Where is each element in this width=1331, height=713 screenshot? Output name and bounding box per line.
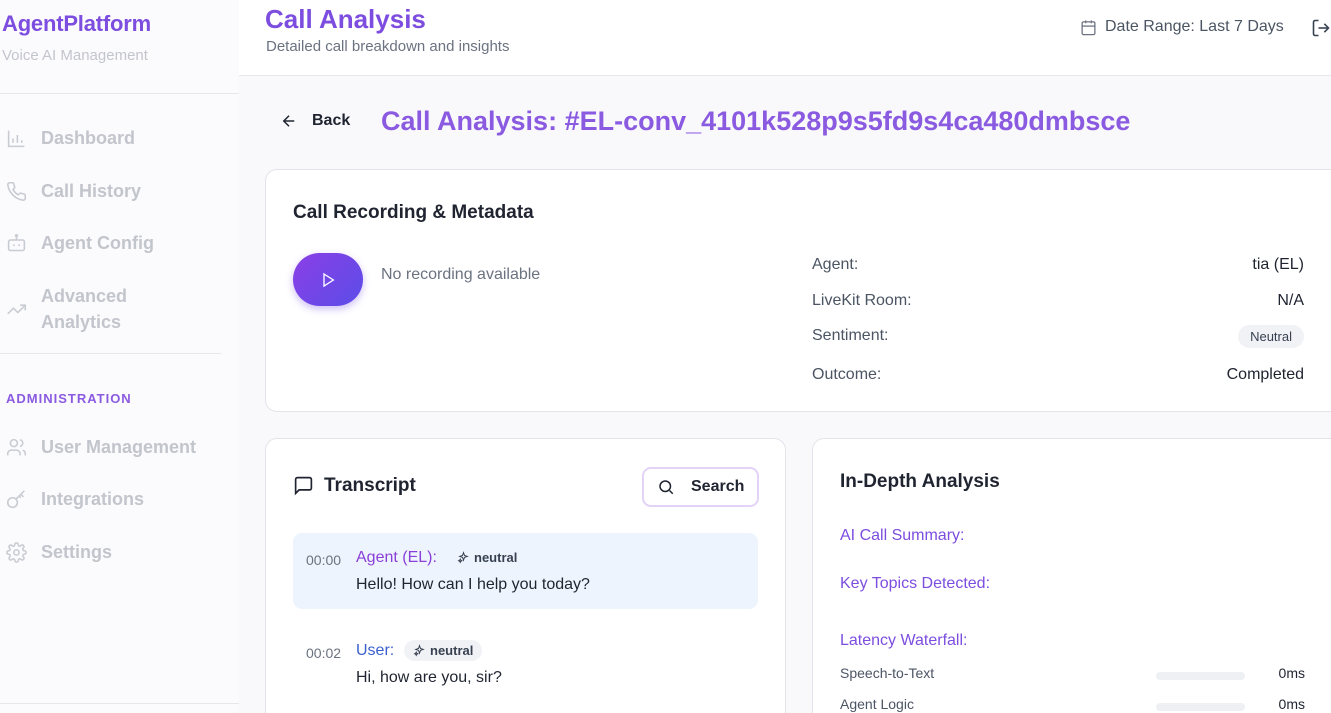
- transcript-message: 00:02 User: neutral Hi, how are you, sir…: [293, 629, 758, 699]
- latency-value: 0ms: [1278, 665, 1305, 681]
- gear-icon: [6, 542, 27, 563]
- message-text: Hello! How can I help you today?: [356, 576, 590, 593]
- livekit-room-value: N/A: [1277, 292, 1304, 309]
- calendar-icon: [1081, 19, 1096, 35]
- bar-chart-icon: [7, 130, 25, 148]
- page-subtitle: Detailed call breakdown and insights: [266, 38, 510, 55]
- message-timestamp: 00:00: [306, 552, 342, 568]
- trending-up-icon: [7, 304, 27, 315]
- back-label: Back: [312, 112, 351, 129]
- transcript-message: 00:00 Agent (EL): neutral Hello! How can…: [293, 533, 758, 609]
- date-range-picker[interactable]: Date Range: Last 7 Days: [1080, 18, 1284, 36]
- sentiment-tag-label: neutral: [474, 550, 518, 565]
- sentiment-tag: neutral: [404, 640, 483, 661]
- page-title: Call Analysis: [265, 4, 426, 34]
- recording-metadata-card: Call Recording & Metadata No recording a…: [265, 169, 1331, 412]
- arrow-left-icon: [282, 115, 295, 127]
- key-topics-label: Key Topics Detected:: [840, 575, 991, 592]
- livekit-room-label: LiveKit Room:: [812, 292, 912, 309]
- users-icon: [6, 438, 27, 456]
- sidebar-item-user-management[interactable]: User Management: [6, 434, 196, 460]
- key-icon: [6, 490, 25, 509]
- sidebar-item-label: Call History: [41, 181, 142, 201]
- sidebar-divider: [0, 703, 239, 704]
- latency-bar: [1156, 703, 1245, 711]
- message-speaker: Agent (EL):: [356, 549, 437, 566]
- latency-bar: [1156, 672, 1245, 680]
- sidebar: AgentPlatform Voice AI Management Dashbo…: [0, 0, 239, 713]
- message-timestamp: 00:02: [306, 645, 342, 661]
- sidebar-item-label: Dashboard: [41, 128, 136, 148]
- agent-value: tia (EL): [1252, 256, 1304, 273]
- top-header: Call Analysis Detailed call breakdown an…: [239, 0, 1331, 76]
- transcript-search-button[interactable]: Search: [642, 467, 759, 507]
- card-title: Call Recording & Metadata: [293, 202, 534, 223]
- sidebar-divider: [0, 93, 239, 94]
- no-recording-text: No recording available: [381, 266, 541, 283]
- analysis-card: In-Depth Analysis AI Call Summary: Key T…: [812, 438, 1331, 713]
- sidebar-item-label: Integrations: [41, 489, 145, 509]
- sparkle-icon: [457, 551, 469, 564]
- bot-icon: [7, 233, 26, 252]
- latency-waterfall-label: Latency Waterfall:: [840, 632, 968, 649]
- search-label: Search: [691, 478, 745, 495]
- latency-row: Agent Logic 0ms: [840, 696, 1321, 713]
- sparkle-icon: [413, 644, 425, 657]
- call-analysis-title: Call Analysis: #EL-conv_4101k528p9s5fd9s…: [381, 106, 1131, 136]
- sentiment-tag: neutral: [448, 547, 526, 568]
- sidebar-item-dashboard[interactable]: Dashboard: [6, 125, 135, 151]
- message-icon: [293, 475, 314, 501]
- phone-icon: [7, 181, 27, 201]
- sentiment-tag-label: neutral: [430, 643, 474, 658]
- latency-row: Speech-to-Text 0ms: [840, 665, 1321, 685]
- sidebar-item-call-history[interactable]: Call History: [6, 178, 141, 204]
- brand-subtitle: Voice AI Management: [2, 47, 148, 64]
- outcome-label: Outcome:: [812, 366, 882, 383]
- date-range-label: Date Range: Last 7 Days: [1105, 18, 1284, 35]
- play-button[interactable]: [293, 253, 363, 306]
- sidebar-item-agent-config[interactable]: Agent Config: [6, 230, 154, 256]
- latency-value: 0ms: [1278, 696, 1305, 712]
- message-text: Hi, how are you, sir?: [356, 669, 502, 686]
- card-title: Transcript: [324, 475, 416, 496]
- sidebar-item-label: User Management: [41, 437, 197, 457]
- logout-button[interactable]: [1311, 18, 1331, 43]
- sidebar-item-label: Advanced Analytics: [41, 286, 128, 332]
- transcript-card: Transcript Search 00:00 Agent (EL): neut…: [265, 438, 786, 713]
- back-button[interactable]: Back: [280, 112, 350, 130]
- sidebar-item-integrations[interactable]: Integrations: [6, 486, 144, 512]
- logout-icon: [1312, 19, 1330, 37]
- latency-name: Speech-to-Text: [840, 665, 935, 681]
- brand-logo[interactable]: AgentPlatform: [2, 11, 151, 37]
- section-label-administration: ADMINISTRATION: [6, 391, 132, 406]
- sentiment-badge: Neutral: [1238, 325, 1304, 348]
- sidebar-item-advanced-analytics[interactable]: Advanced Analytics: [6, 283, 176, 335]
- sidebar-item-settings[interactable]: Settings: [6, 539, 112, 565]
- card-title: In-Depth Analysis: [840, 471, 1000, 492]
- ai-summary-label: AI Call Summary:: [840, 527, 965, 544]
- sidebar-item-label: Settings: [41, 542, 113, 562]
- sidebar-item-label: Agent Config: [41, 233, 154, 253]
- sentiment-label: Sentiment:: [812, 327, 889, 344]
- latency-name: Agent Logic: [840, 696, 914, 712]
- sidebar-divider: [0, 353, 221, 354]
- outcome-value: Completed: [1226, 366, 1304, 383]
- search-icon: [659, 480, 674, 495]
- play-icon: [323, 272, 335, 287]
- agent-label: Agent:: [812, 256, 859, 273]
- message-speaker: User:: [356, 642, 395, 659]
